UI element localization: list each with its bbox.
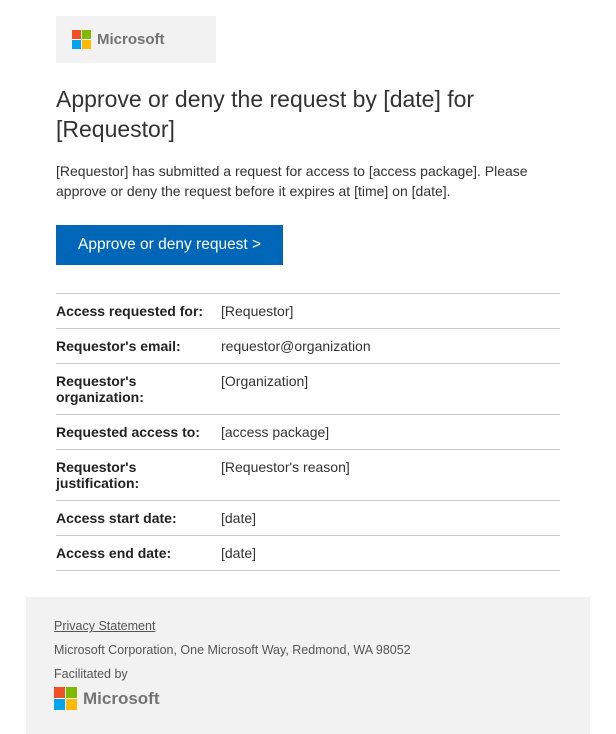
table-row: Access start date: [date] xyxy=(56,501,560,536)
header-brand-bar: Microsoft xyxy=(56,16,216,63)
table-row: Requested access to: [access package] xyxy=(56,415,560,450)
detail-label: Requested access to: xyxy=(56,415,221,450)
table-row: Requestor's email: requestor@organizatio… xyxy=(56,329,560,364)
microsoft-logo: Microsoft xyxy=(72,30,200,49)
request-description: [Requestor] has submitted a request for … xyxy=(56,161,560,202)
detail-value: requestor@organization xyxy=(221,329,560,364)
table-row: Requestor's organization: [Organization] xyxy=(56,364,560,415)
microsoft-logo-icon xyxy=(54,687,77,710)
facilitated-by-label: Facilitated by xyxy=(54,667,562,681)
approve-deny-button[interactable]: Approve or deny request > xyxy=(56,225,283,265)
detail-label: Requestor's justification: xyxy=(56,450,221,501)
detail-label: Requestor's email: xyxy=(56,329,221,364)
detail-value: [access package] xyxy=(221,415,560,450)
detail-label: Access end date: xyxy=(56,536,221,571)
footer-address: Microsoft Corporation, One Microsoft Way… xyxy=(54,643,562,657)
detail-value: [Requestor] xyxy=(221,294,560,329)
detail-value: [date] xyxy=(221,536,560,571)
microsoft-logo-icon xyxy=(72,30,91,49)
table-row: Access requested for: [Requestor] xyxy=(56,294,560,329)
privacy-statement-link[interactable]: Privacy Statement xyxy=(54,619,155,633)
microsoft-logo-text: Microsoft xyxy=(83,689,160,709)
table-row: Requestor's justification: [Requestor's … xyxy=(56,450,560,501)
detail-label: Access requested for: xyxy=(56,294,221,329)
detail-label: Requestor's organization: xyxy=(56,364,221,415)
detail-value: [Requestor's reason] xyxy=(221,450,560,501)
table-row: Access end date: [date] xyxy=(56,536,560,571)
request-details-table: Access requested for: [Requestor] Reques… xyxy=(56,293,560,571)
detail-value: [Organization] xyxy=(221,364,560,415)
detail-value: [date] xyxy=(221,501,560,536)
detail-label: Access start date: xyxy=(56,501,221,536)
page-title: Approve or deny the request by [date] fo… xyxy=(56,85,560,145)
footer: Privacy Statement Microsoft Corporation,… xyxy=(26,597,590,734)
microsoft-logo-text: Microsoft xyxy=(97,31,165,48)
footer-microsoft-logo: Microsoft xyxy=(54,687,562,710)
